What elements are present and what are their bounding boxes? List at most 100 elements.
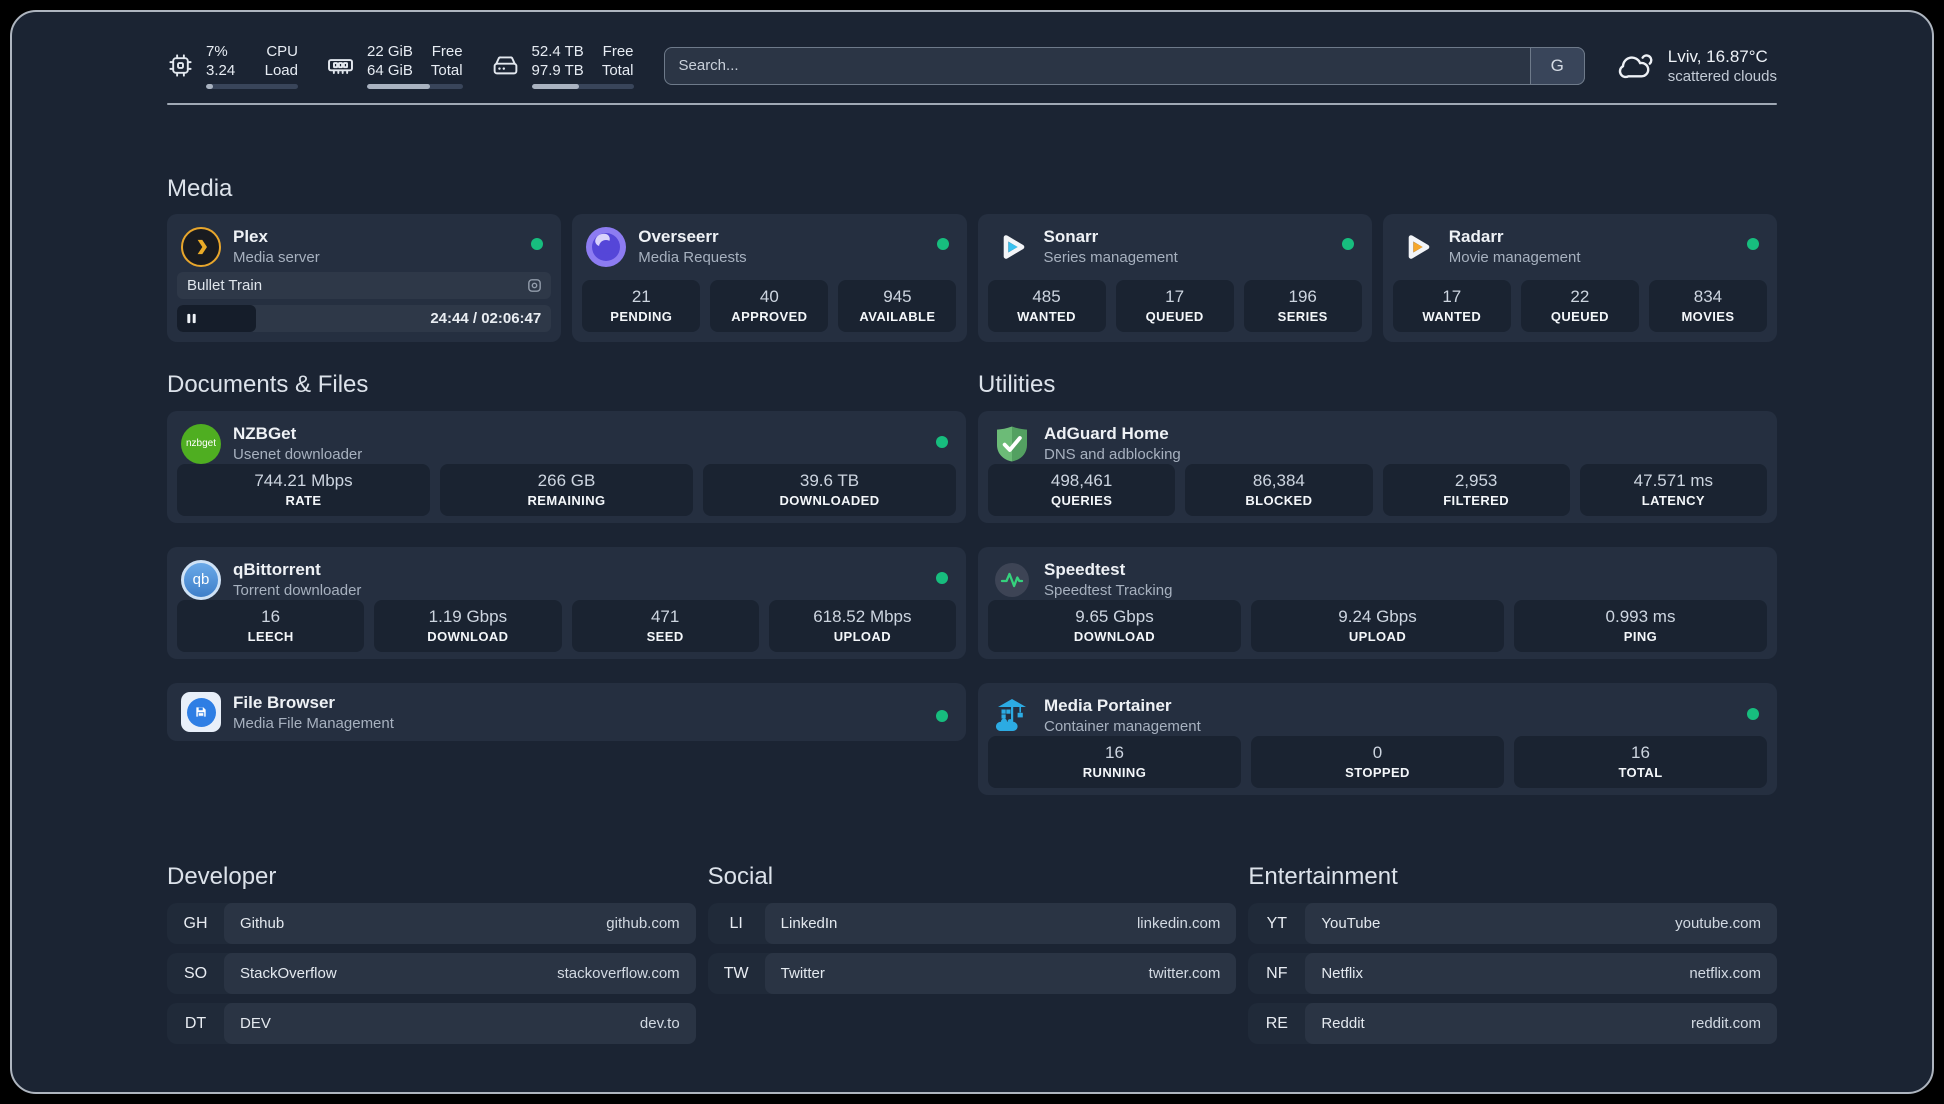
now-playing-title: Bullet Train [187, 277, 263, 294]
qbittorrent-icon: qb [181, 559, 221, 600]
disk-free-value: 52.4 TB [531, 43, 584, 60]
stat-tile: 744.21 Mbps RATE [177, 464, 430, 516]
stat-tile: 485 WANTED [987, 280, 1106, 332]
stat-tile: 16 RUNNING [988, 736, 1241, 788]
section-title-entertainment: Entertainment [1248, 863, 1398, 890]
service-card-nzbget[interactable]: nzbget NZBGet Usenet downloader 744.21 M… [167, 411, 966, 523]
documents-section: Documents & Files nzbget NZBGet Usenet d… [167, 371, 966, 795]
service-card-plex[interactable]: Plex Media server Bullet Train 24:44 / 0… [167, 214, 562, 342]
stat-tile: 21 PENDING [582, 280, 701, 332]
cloud-icon [1617, 47, 1655, 85]
status-dot [1747, 707, 1759, 720]
service-card-radarr[interactable]: Radarr Movie management 17 WANTED 22 QUEUE… [1382, 214, 1777, 342]
stat-tile: 16 LEECH [177, 600, 365, 652]
section-title-utilities: Utilities [978, 371, 1056, 398]
memory-total-value: 64 GiB [367, 62, 413, 79]
stat-tile: 40 APPROVED [710, 280, 829, 332]
cpu-load-value: 3.24 [206, 62, 236, 79]
status-dot [1747, 238, 1759, 250]
status-dot [936, 435, 948, 448]
disk-icon [491, 51, 520, 80]
stat-tile: 17 QUEUED [1115, 280, 1234, 332]
plex-icon [181, 226, 221, 267]
memory-free-label: Free [431, 43, 463, 60]
status-dot [936, 571, 948, 584]
filebrowser-icon [181, 692, 221, 732]
disk-widget: 52.4 TB 97.9 TB Free Total [491, 42, 634, 89]
disk-free-label: Free [602, 43, 634, 60]
stat-tile: 266 GB REMAINING [440, 464, 693, 516]
memory-progress-bar [367, 84, 463, 89]
status-dot [531, 238, 544, 250]
service-card-portainer[interactable]: Media Portainer Container management 16 R… [978, 683, 1777, 795]
player-progress-bar[interactable]: 24:44 / 02:06:47 [177, 305, 552, 332]
dashboard-window: 7% 3.24 CPU Load 22 GiB 64 GiB Free Tota… [10, 10, 1934, 1094]
now-playing-title-bar: Bullet Train [177, 272, 552, 299]
memory-icon [326, 51, 355, 80]
status-dot [936, 710, 948, 722]
stat-tile: 9.24 Gbps UPLOAD [1251, 600, 1504, 652]
service-card-speedtest[interactable]: Speedtest Speedtest Tracking 9.65 Gbps DO… [978, 547, 1777, 659]
status-dot [936, 238, 949, 250]
nzbget-icon: nzbget [181, 423, 221, 464]
disk-total-label: Total [601, 62, 634, 79]
topbar: 7% 3.24 CPU Load 22 GiB 64 GiB Free Tota… [167, 42, 1777, 89]
stat-tile: 945 AVAILABLE [838, 280, 957, 332]
stat-tile: 196 SERIES [1243, 280, 1362, 332]
stat-tile: 22 QUEUED [1520, 280, 1639, 332]
cpu-usage-value: 7% [206, 43, 228, 60]
bookmark-netflix[interactable]: NF Netflix netflix.com [1248, 953, 1778, 994]
stat-tile: 618.52 Mbps UPLOAD [768, 600, 956, 652]
stat-tile: 0.993 ms PING [1514, 600, 1767, 652]
topbar-divider [167, 103, 1777, 105]
service-card-overseerr[interactable]: Overseerr Media Requests 21 PENDING 40 APP… [572, 214, 967, 342]
service-card-qbittorrent[interactable]: qb qBittorrent Torrent downloader 16 LEEC… [167, 547, 966, 659]
search-input[interactable] [663, 46, 1585, 85]
disk-progress-bar [531, 84, 634, 89]
service-card-filebrowser[interactable]: File Browser Media File Management [167, 683, 966, 741]
stat-tile: 2,953 FILTERED [1382, 464, 1570, 516]
memory-widget: 22 GiB 64 GiB Free Total [326, 42, 463, 89]
stat-tile: 9.65 Gbps DOWNLOAD [988, 600, 1241, 652]
stat-tile: 1.19 Gbps DOWNLOAD [374, 600, 562, 652]
section-title-documents: Documents & Files [167, 371, 369, 398]
stat-tile: 471 SEED [571, 600, 759, 652]
sonarr-icon [992, 227, 1032, 267]
bookmark-twitter[interactable]: TW Twitter twitter.com [707, 953, 1237, 994]
search-widget: G [663, 46, 1585, 85]
bookmark-stackoverflow[interactable]: SO StackOverflow stackoverflow.com [167, 953, 696, 994]
cpu-load-label: Load [264, 62, 298, 79]
bookmark-reddit[interactable]: RE Reddit reddit.com [1248, 1003, 1778, 1044]
stat-tile: 39.6 TB DOWNLOADED [703, 464, 956, 516]
cpu-progress-bar [206, 84, 298, 89]
overseerr-icon [586, 226, 627, 267]
cpu-usage-label: CPU [266, 43, 298, 60]
bookmarks-entertainment: Entertainment YT YouTube youtube.com NF N… [1248, 863, 1778, 1044]
bookmark-linkedin[interactable]: LI LinkedIn linkedin.com [707, 903, 1237, 944]
adguard-icon [992, 424, 1032, 464]
player-expand-icon[interactable] [526, 277, 543, 294]
section-title-social: Social [707, 863, 774, 890]
resource-widgets: 7% 3.24 CPU Load 22 GiB 64 GiB Free Tota… [167, 42, 634, 89]
search-engine-button[interactable]: G [1529, 46, 1585, 85]
bookmark-youtube[interactable]: YT YouTube youtube.com [1248, 903, 1778, 944]
stat-tile: 16 TOTAL [1514, 736, 1767, 788]
media-section: Plex Media server Bullet Train 24:44 / 0… [167, 214, 1777, 342]
portainer-icon [992, 696, 1032, 736]
section-title-developer: Developer [167, 863, 277, 890]
service-card-adguard[interactable]: AdGuard Home DNS and adblocking 498,461 Q… [978, 411, 1777, 523]
cpu-widget: 7% 3.24 CPU Load [167, 42, 298, 89]
utilities-section: Utilities AdGuard Home DNS and adblockin… [978, 371, 1777, 795]
weather-condition: scattered clouds [1667, 67, 1777, 85]
stat-tile: 86,384 BLOCKED [1185, 464, 1373, 516]
service-card-sonarr[interactable]: Sonarr Series management 485 WANTED 17 QUE… [977, 214, 1372, 342]
weather-widget: Lviv, 16.87°C scattered clouds [1617, 46, 1777, 86]
pause-icon[interactable] [185, 312, 198, 325]
bookmark-github[interactable]: GH Github github.com [167, 903, 696, 944]
cpu-icon [167, 52, 194, 79]
memory-free-value: 22 GiB [367, 43, 413, 60]
bookmarks-social: Social LI LinkedIn linkedin.com TW Twitte… [707, 863, 1237, 1044]
bookmark-dev[interactable]: DT DEV dev.to [167, 1003, 696, 1044]
stat-tile: 0 STOPPED [1251, 736, 1504, 788]
bookmarks-developer: Developer GH Github github.com SO StackOv… [167, 863, 696, 1044]
